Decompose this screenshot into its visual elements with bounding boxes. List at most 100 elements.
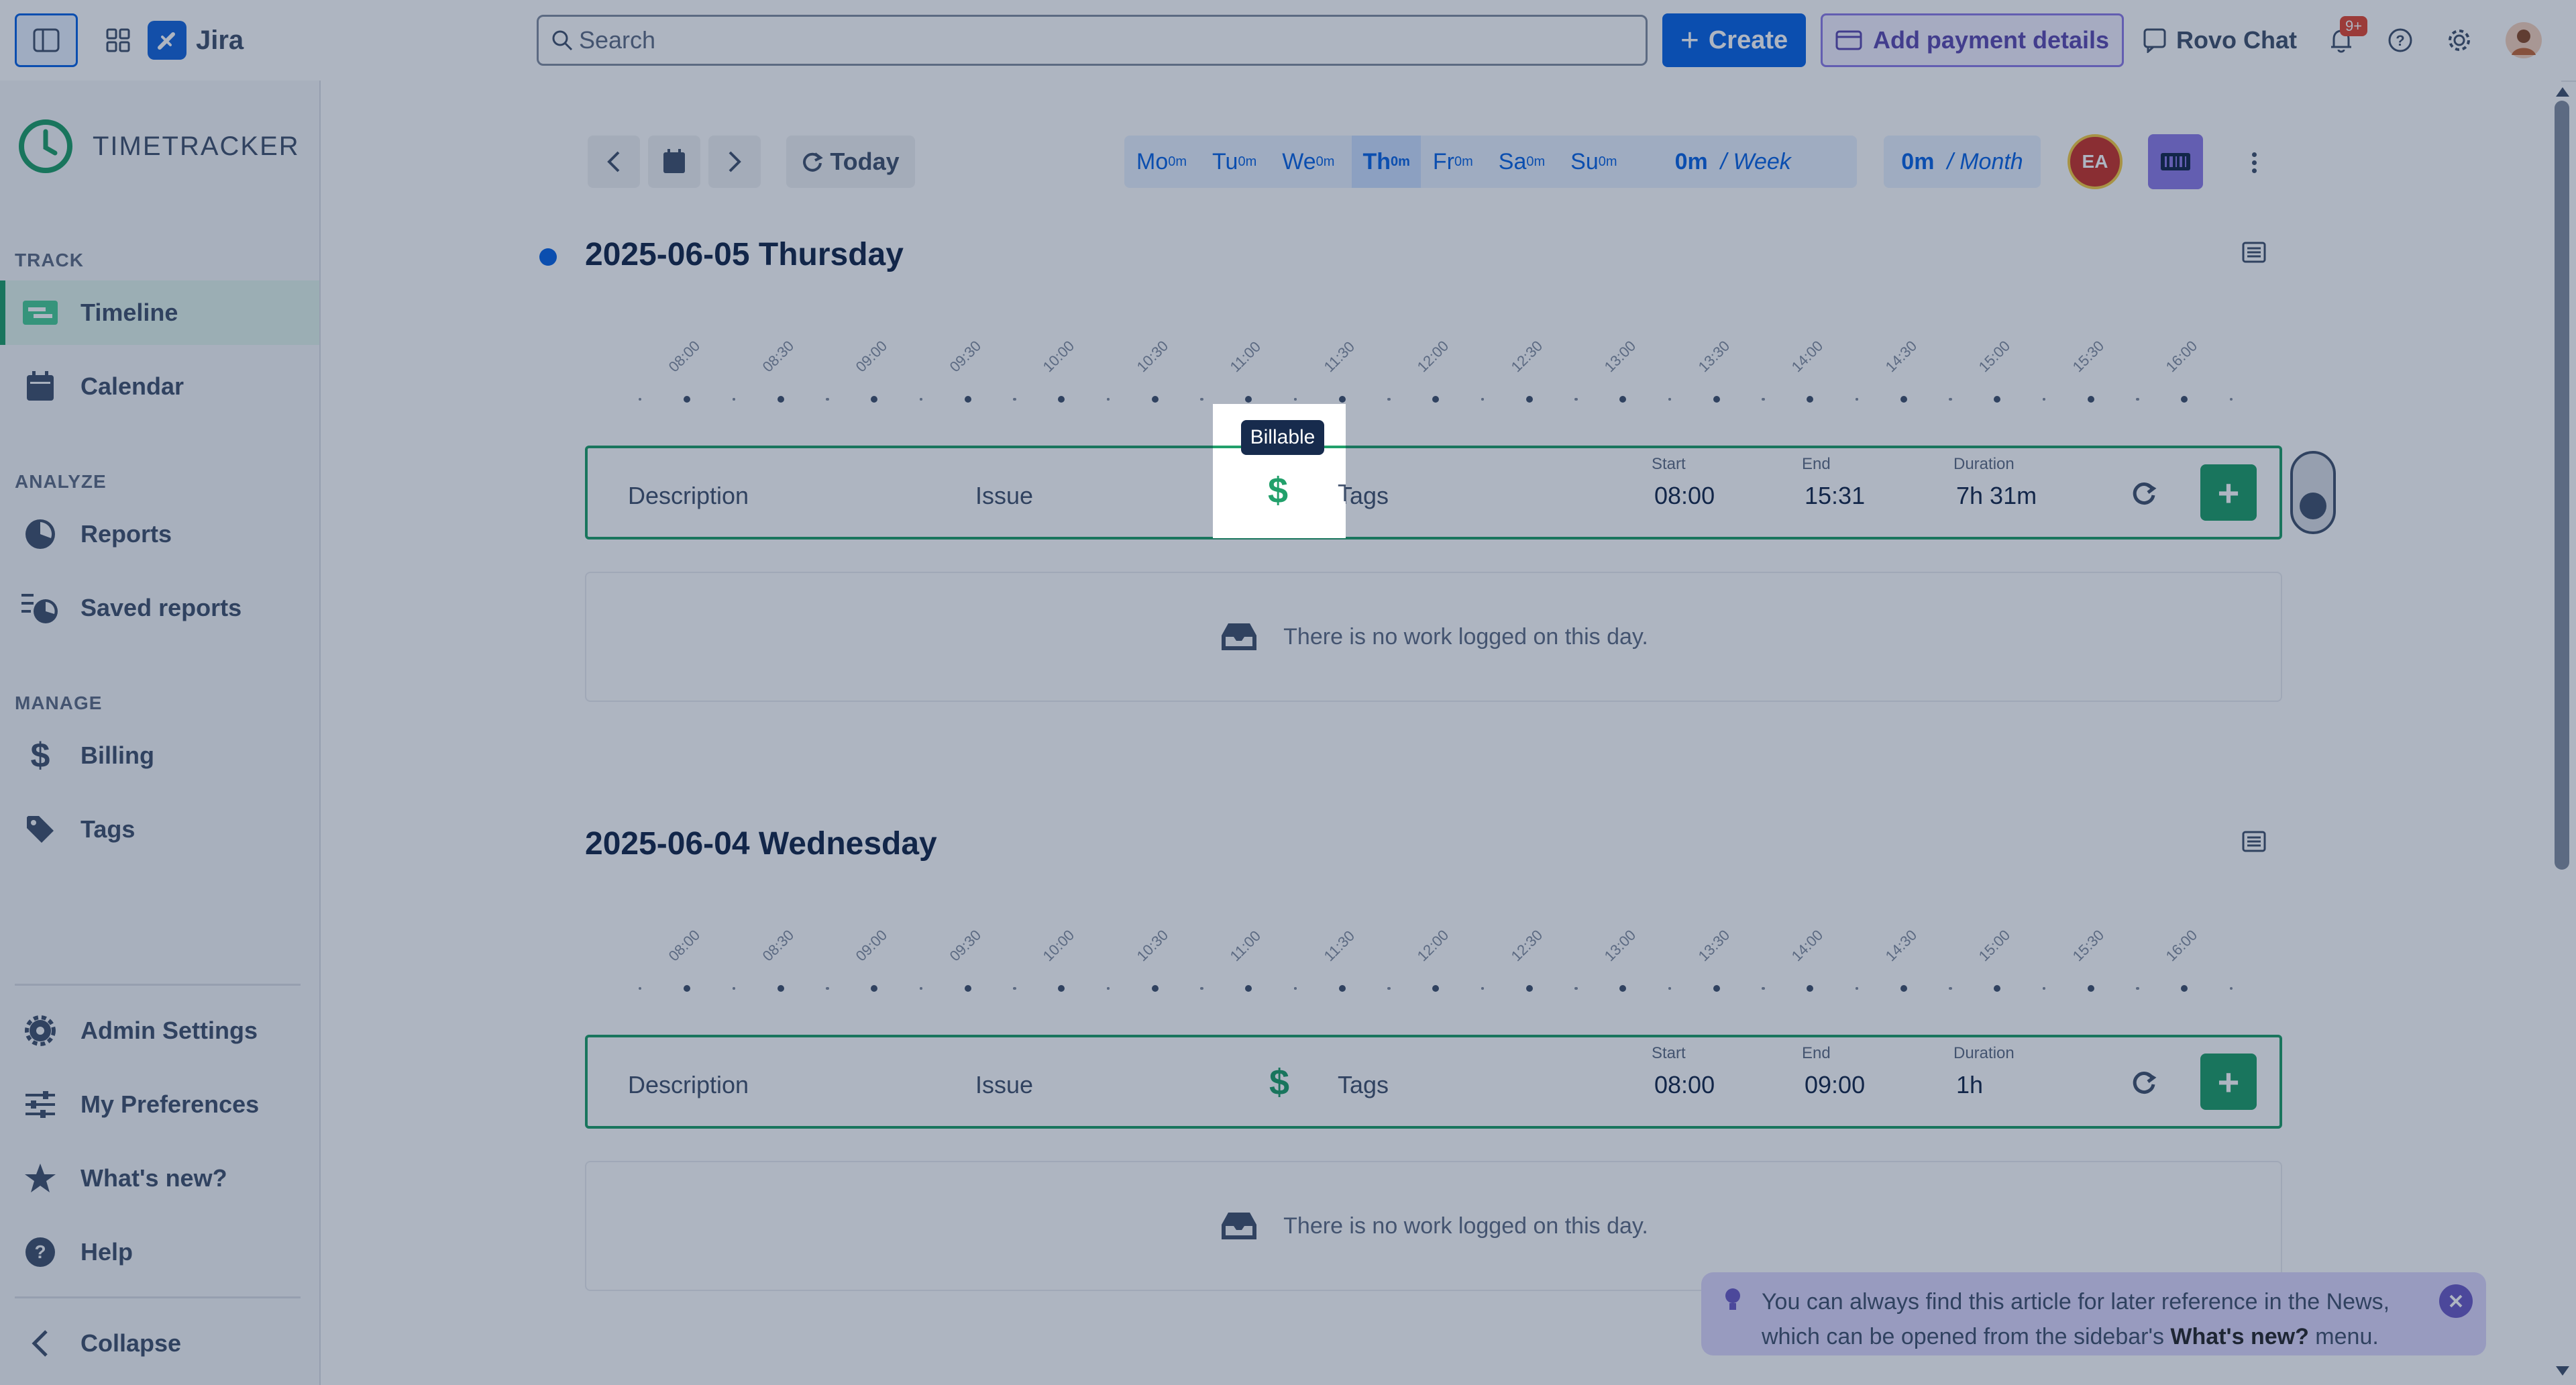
list-view-button[interactable] xyxy=(2242,242,2269,268)
credit-card-icon xyxy=(1835,30,1862,50)
theme-toggle-button[interactable] xyxy=(2148,134,2203,189)
dollar-icon: $ xyxy=(30,736,50,775)
sidebar-toggle-button[interactable] xyxy=(15,13,78,67)
timeline-hour-dot xyxy=(1151,985,1159,992)
create-button[interactable]: + Create xyxy=(1662,13,1806,67)
end-label: End xyxy=(1802,1044,1831,1062)
tags-select[interactable]: Tags xyxy=(1338,1071,1389,1099)
timetracker-brand[interactable]: TIMETRACKER xyxy=(17,118,300,174)
sidebar-item-tags[interactable]: Tags xyxy=(0,797,319,862)
vertical-scrollbar[interactable] xyxy=(2555,101,2569,870)
date-picker-button[interactable] xyxy=(648,136,700,188)
start-time-input[interactable]: 08:00 xyxy=(1654,1071,1715,1099)
duration-input[interactable]: 7h 31m xyxy=(1956,482,2037,510)
time-entry-form: Description Issue $ Tags Start 08:00 End… xyxy=(585,1035,2282,1129)
end-label: End xyxy=(1802,455,1831,473)
sliders-icon xyxy=(25,1091,55,1118)
jira-home-link[interactable]: Jira xyxy=(148,13,255,67)
help-button[interactable]: ? xyxy=(2375,13,2426,67)
notifications-button[interactable]: 9+ xyxy=(2316,13,2368,67)
billable-dollar-icon[interactable]: $ xyxy=(1268,470,1288,511)
refresh-icon[interactable] xyxy=(2131,480,2157,507)
day-button-th[interactable]: Th 0m xyxy=(1352,136,1421,188)
timeline-hour-dot xyxy=(1338,396,1346,403)
timeline-minor-dot xyxy=(1949,398,1951,401)
day-button-tu[interactable]: Tu 0m xyxy=(1208,136,1260,188)
day-button-we[interactable]: We 0m xyxy=(1278,136,1338,188)
refresh-icon[interactable] xyxy=(2131,1070,2157,1096)
end-time-input[interactable]: 15:31 xyxy=(1805,482,1865,510)
timeline-minor-dot xyxy=(1762,987,1764,990)
today-button[interactable]: Today xyxy=(786,136,915,188)
billable-toggle[interactable]: $ xyxy=(1269,1062,1289,1103)
issue-select[interactable]: Issue xyxy=(975,482,1033,510)
sidebar-item-reports[interactable]: Reports xyxy=(0,502,319,566)
scroll-up-arrow[interactable] xyxy=(2556,87,2569,97)
empty-state-text: There is no work logged on this day. xyxy=(1283,623,1648,650)
sidebar-item-help[interactable]: ? Help xyxy=(0,1220,319,1284)
next-day-button[interactable] xyxy=(708,136,761,188)
start-label: Start xyxy=(1652,1044,1686,1062)
timeline-hour-dot xyxy=(1245,985,1252,992)
news-banner: You can always find this article for lat… xyxy=(1701,1272,2486,1355)
active-indicator xyxy=(0,280,5,345)
day-button-fr[interactable]: Fr 0m xyxy=(1429,136,1477,188)
gear-icon xyxy=(2449,30,2470,51)
rovo-chat-button[interactable]: Rovo Chat xyxy=(2141,13,2298,67)
sidebar: TIMETRACKER TRACK Timeline Calendar ANAL… xyxy=(0,81,321,1385)
profile-avatar[interactable] xyxy=(2497,13,2551,67)
sidebar-item-my-preferences[interactable]: My Preferences xyxy=(0,1072,319,1137)
svg-text:?: ? xyxy=(2396,32,2404,49)
close-banner-button[interactable] xyxy=(2439,1284,2473,1318)
timeline-hour-dot xyxy=(1994,396,2000,403)
sidebar-item-label: Timeline xyxy=(80,299,178,326)
sidebar-divider xyxy=(15,984,301,986)
sidebar-collapse-button[interactable]: Collapse xyxy=(0,1311,319,1376)
brand-name: TIMETRACKER xyxy=(93,131,300,161)
whats-new-link[interactable]: What's new? xyxy=(2170,1324,2308,1349)
timeline-minor-dot xyxy=(1293,987,1297,990)
day-button-su[interactable]: Su 0m xyxy=(1566,136,1621,188)
scroll-down-arrow[interactable] xyxy=(2556,1366,2569,1376)
sidebar-item-whats-new[interactable]: What's new? xyxy=(0,1146,319,1211)
add-entry-button[interactable]: + xyxy=(2200,464,2257,521)
empty-state: There is no work logged on this day. xyxy=(585,572,2282,702)
prev-day-button[interactable] xyxy=(588,136,640,188)
sidebar-item-saved-reports[interactable]: Saved reports xyxy=(0,576,319,640)
user-avatar[interactable]: EA xyxy=(2068,134,2123,189)
sidebar-item-label: My Preferences xyxy=(80,1090,260,1118)
duration-input[interactable]: 1h xyxy=(1956,1071,1983,1099)
issue-select[interactable]: Issue xyxy=(975,1071,1033,1099)
timeline-hour-dot xyxy=(777,396,784,403)
timeline-minor-dot xyxy=(826,987,828,990)
add-entry-button[interactable]: + xyxy=(2200,1054,2257,1110)
add-payment-details-button[interactable]: Add payment details xyxy=(1821,13,2124,67)
chevron-left-icon xyxy=(607,151,620,172)
search-input[interactable]: Search xyxy=(537,15,1648,66)
chevron-right-icon xyxy=(729,151,741,172)
section-track: TRACK xyxy=(15,250,84,270)
day-button-mo[interactable]: Mo 0m xyxy=(1132,136,1191,188)
list-view-button[interactable] xyxy=(2242,831,2269,858)
more-options-button[interactable] xyxy=(2241,142,2267,183)
day-title: 2025-06-04 Wednesday xyxy=(585,826,937,862)
timeline-hour-dot xyxy=(2087,396,2094,403)
start-time-input[interactable]: 08:00 xyxy=(1654,482,1715,510)
sidebar-item-calendar[interactable]: Calendar xyxy=(0,354,319,419)
description-input[interactable]: Description xyxy=(628,1071,749,1099)
timer-toggle[interactable] xyxy=(2290,451,2336,534)
sidebar-item-billing[interactable]: $ Billing xyxy=(0,723,319,788)
settings-button[interactable] xyxy=(2434,13,2485,67)
app-switcher-button[interactable] xyxy=(91,13,145,67)
timeline-minor-dot xyxy=(1668,398,1671,401)
description-input[interactable]: Description xyxy=(628,482,749,510)
top-navigation-bar: Jira Search + Create Add payment details… xyxy=(0,0,2576,82)
sidebar-item-admin-settings[interactable]: Admin Settings xyxy=(0,998,319,1063)
day-button-sa[interactable]: Sa 0m xyxy=(1495,136,1549,188)
refresh-icon xyxy=(803,152,824,172)
timeline-minor-dot xyxy=(1200,987,1203,990)
sidebar-item-timeline[interactable]: Timeline xyxy=(0,280,319,345)
end-time-input[interactable]: 09:00 xyxy=(1805,1071,1865,1099)
timeline-minor-dot xyxy=(639,987,641,990)
timeline-hour-dot xyxy=(1807,396,1813,403)
